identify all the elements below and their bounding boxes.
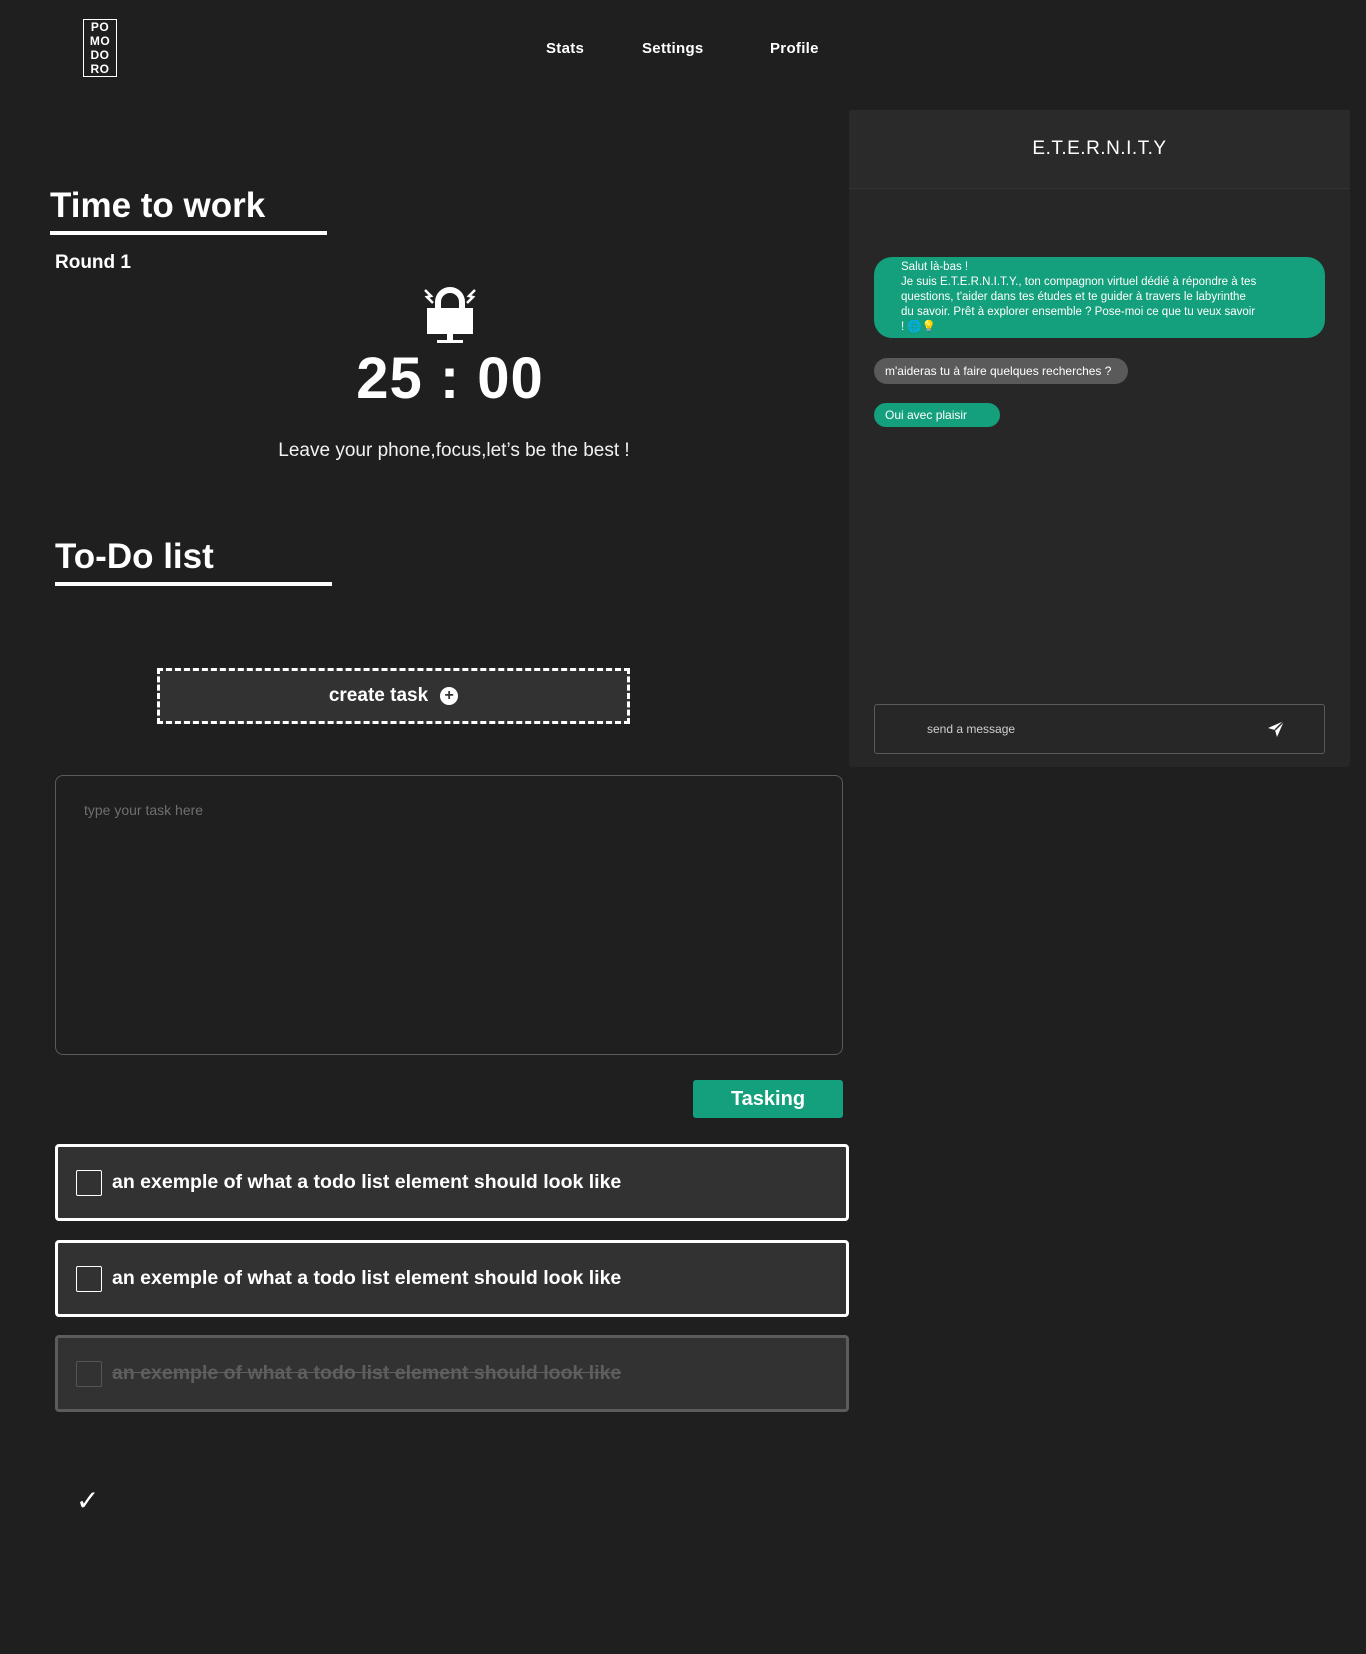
todo-item: an exemple of what a todo list element s… [55, 1240, 849, 1317]
todo-heading-underline [55, 582, 332, 586]
bot-message-line: ! 🌐💡 [901, 321, 937, 333]
message-input[interactable] [875, 721, 1266, 737]
motivation-text: Leave your phone,focus,let’s be the best… [278, 440, 630, 461]
todo-item-label: an exemple of what a todo list element s… [112, 1267, 622, 1289]
bot-message-line: questions, t'aider dans tes études et te… [901, 291, 1246, 303]
bot-message-line: du savoir. Prêt à explorer ensemble ? Po… [901, 306, 1256, 318]
logo-line: MO [89, 34, 111, 48]
pomodoro-logo[interactable]: PO MO DO RO [83, 19, 117, 77]
nav-settings[interactable]: Settings [642, 40, 704, 57]
timer-heading: Time to work [50, 186, 266, 225]
user-message: m'aideras tu à faire quelques recherches… [874, 358, 1129, 384]
todo-heading: To-Do list [55, 537, 214, 576]
chat-panel: E.T.E.R.N.I.T.Y Salut là-bas ! Je suis E… [849, 110, 1350, 767]
tasking-button[interactable]: Tasking [693, 1080, 843, 1118]
task-input[interactable] [55, 775, 843, 1055]
bot-message: Oui avec plaisir [874, 403, 1000, 427]
nav-profile[interactable]: Profile [770, 40, 819, 57]
timer-heading-underline [50, 231, 327, 235]
round-label: Round 1 [55, 252, 131, 273]
todo-item-label: an exemple of what a todo list element s… [112, 1171, 622, 1193]
bot-message-line: Salut là-bas ! [901, 261, 969, 273]
checkmark-icon[interactable]: ✓ [76, 1484, 99, 1517]
todo-item-completed: an exemple of what a todo list element s… [55, 1335, 849, 1412]
todo-checkbox[interactable] [76, 1169, 102, 1196]
create-task-label: create task [328, 685, 429, 706]
todo-checkbox[interactable] [76, 1360, 102, 1387]
logo-line: RO [90, 62, 110, 76]
lock-alarm-icon [424, 287, 476, 343]
logo-line: PO [90, 20, 110, 34]
todo-item-label: an exemple of what a todo list element s… [112, 1362, 622, 1384]
plus-circle-icon: + [440, 687, 459, 705]
bot-message-line: Je suis E.T.E.R.N.I.T.Y., ton compagnon … [901, 276, 1257, 288]
bot-message: Salut là-bas ! Je suis E.T.E.R.N.I.T.Y.,… [874, 257, 1325, 338]
nav-stats[interactable]: Stats [546, 40, 584, 57]
countdown-timer: 25 : 00 [356, 346, 544, 411]
todo-checkbox[interactable] [76, 1265, 102, 1292]
create-task-button[interactable]: create task + [157, 668, 630, 724]
chat-title: E.T.E.R.N.I.T.Y [849, 110, 1350, 189]
message-input-container [874, 704, 1325, 754]
logo-line: DO [90, 48, 110, 62]
send-icon[interactable] [1266, 719, 1286, 739]
todo-item: an exemple of what a todo list element s… [55, 1144, 849, 1221]
